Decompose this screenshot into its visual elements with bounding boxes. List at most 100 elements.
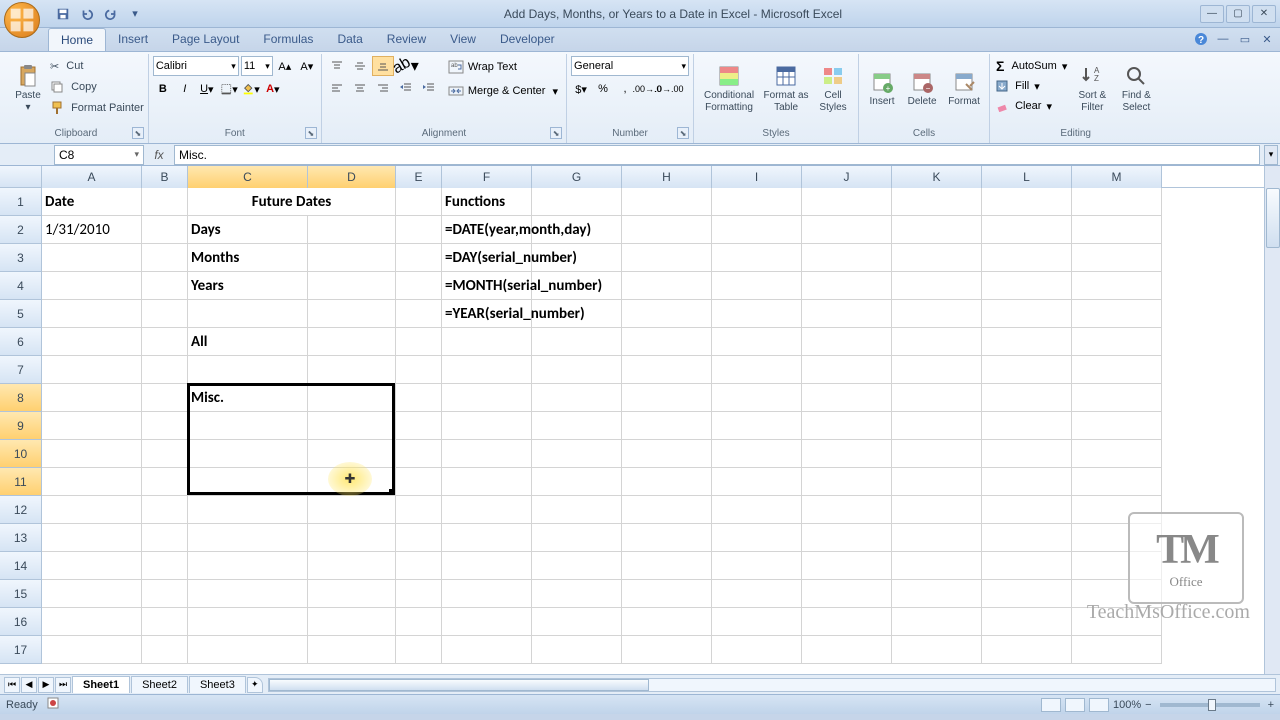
cell-I17[interactable] (712, 636, 802, 664)
row-header-11[interactable]: 11 (0, 468, 42, 496)
cell-G17[interactable] (532, 636, 622, 664)
fill-button[interactable]: Fill ▾ (994, 76, 1069, 96)
cell-L16[interactable] (982, 608, 1072, 636)
row-header-5[interactable]: 5 (0, 300, 42, 328)
cell-A15[interactable] (42, 580, 142, 608)
close-button[interactable]: ✕ (1252, 5, 1276, 23)
name-box[interactable]: C8▾ (54, 145, 144, 165)
cell-D17[interactable] (308, 636, 396, 664)
cell-B5[interactable] (142, 300, 188, 328)
cell-A3[interactable] (42, 244, 142, 272)
cell-C9[interactable] (188, 412, 308, 440)
cell-B8[interactable] (142, 384, 188, 412)
fill-color-button[interactable]: ▾ (241, 79, 261, 99)
col-header-A[interactable]: A (42, 166, 142, 188)
col-header-G[interactable]: G (532, 166, 622, 188)
tab-review[interactable]: Review (375, 28, 438, 51)
cell-I7[interactable] (712, 356, 802, 384)
cell-K17[interactable] (892, 636, 982, 664)
cell-G14[interactable] (532, 552, 622, 580)
tab-insert[interactable]: Insert (106, 28, 160, 51)
orientation-button[interactable]: ab▾ (395, 56, 417, 76)
cell-C6[interactable]: All (188, 328, 308, 356)
cell-D3[interactable] (308, 244, 396, 272)
cell-J10[interactable] (802, 440, 892, 468)
cell-E8[interactable] (396, 384, 442, 412)
cell-I4[interactable] (712, 272, 802, 300)
increase-indent-button[interactable] (418, 78, 440, 98)
cell-D5[interactable] (308, 300, 396, 328)
vscroll-thumb[interactable] (1266, 188, 1280, 248)
delete-cells-button[interactable]: −Delete (903, 56, 941, 122)
cell-L17[interactable] (982, 636, 1072, 664)
percent-button[interactable]: % (593, 79, 613, 99)
align-bottom-button[interactable] (372, 56, 394, 76)
alignment-launcher[interactable]: ⬊ (550, 127, 562, 139)
cell-C16[interactable] (188, 608, 308, 636)
cell-I10[interactable] (712, 440, 802, 468)
cell-B6[interactable] (142, 328, 188, 356)
macro-record-icon[interactable] (46, 696, 60, 713)
cell-D11[interactable] (308, 468, 396, 496)
page-layout-view-button[interactable] (1065, 698, 1085, 712)
cell-M14[interactable] (1072, 552, 1162, 580)
cell-E6[interactable] (396, 328, 442, 356)
restore-window-button[interactable]: ▭ (1236, 30, 1254, 48)
cell-K13[interactable] (892, 524, 982, 552)
cell-K11[interactable] (892, 468, 982, 496)
cell-D13[interactable] (308, 524, 396, 552)
cell-M12[interactable] (1072, 496, 1162, 524)
cell-F13[interactable] (442, 524, 532, 552)
cell-B14[interactable] (142, 552, 188, 580)
cell-K4[interactable] (892, 272, 982, 300)
row-header-16[interactable]: 16 (0, 608, 42, 636)
cell-D2[interactable] (308, 216, 396, 244)
insert-cells-button[interactable]: +Insert (863, 56, 901, 122)
cell-B9[interactable] (142, 412, 188, 440)
save-button[interactable] (52, 5, 74, 23)
cell-A13[interactable] (42, 524, 142, 552)
cell-M9[interactable] (1072, 412, 1162, 440)
cell-E5[interactable] (396, 300, 442, 328)
cell-L2[interactable] (982, 216, 1072, 244)
col-header-C[interactable]: C (188, 166, 308, 188)
cell-A5[interactable] (42, 300, 142, 328)
cell-I14[interactable] (712, 552, 802, 580)
cell-G8[interactable] (532, 384, 622, 412)
cell-F17[interactable] (442, 636, 532, 664)
cell-K12[interactable] (892, 496, 982, 524)
cut-button[interactable]: ✂ Cut (50, 56, 144, 76)
decrease-decimal-button[interactable]: .0→.00 (659, 79, 679, 99)
cell-C5[interactable] (188, 300, 308, 328)
cell-B1[interactable] (142, 188, 188, 216)
cell-I1[interactable] (712, 188, 802, 216)
cell-M10[interactable] (1072, 440, 1162, 468)
cell-L5[interactable] (982, 300, 1072, 328)
cell-E10[interactable] (396, 440, 442, 468)
cell-C12[interactable] (188, 496, 308, 524)
maximize-button[interactable]: ▢ (1226, 5, 1250, 23)
cell-L1[interactable] (982, 188, 1072, 216)
cell-C10[interactable] (188, 440, 308, 468)
cell-H14[interactable] (622, 552, 712, 580)
cell-I8[interactable] (712, 384, 802, 412)
cell-B13[interactable] (142, 524, 188, 552)
cell-G10[interactable] (532, 440, 622, 468)
bold-button[interactable]: B (153, 79, 173, 99)
row-header-3[interactable]: 3 (0, 244, 42, 272)
row-header-9[interactable]: 9 (0, 412, 42, 440)
wrap-text-button[interactable]: abWrap Text (444, 56, 562, 78)
row-header-8[interactable]: 8 (0, 384, 42, 412)
paste-button[interactable]: Paste▾ (8, 56, 48, 122)
cell-A10[interactable] (42, 440, 142, 468)
cell-H17[interactable] (622, 636, 712, 664)
cell-I15[interactable] (712, 580, 802, 608)
col-header-F[interactable]: F (442, 166, 532, 188)
cell-H8[interactable] (622, 384, 712, 412)
cell-C4[interactable]: Years (188, 272, 308, 300)
cells-area[interactable]: DateFuture DatesFunctions1/31/2010Days=D… (42, 188, 1162, 664)
italic-button[interactable]: I (175, 79, 195, 99)
cell-I9[interactable] (712, 412, 802, 440)
row-header-4[interactable]: 4 (0, 272, 42, 300)
hscroll-thumb[interactable] (269, 679, 649, 691)
